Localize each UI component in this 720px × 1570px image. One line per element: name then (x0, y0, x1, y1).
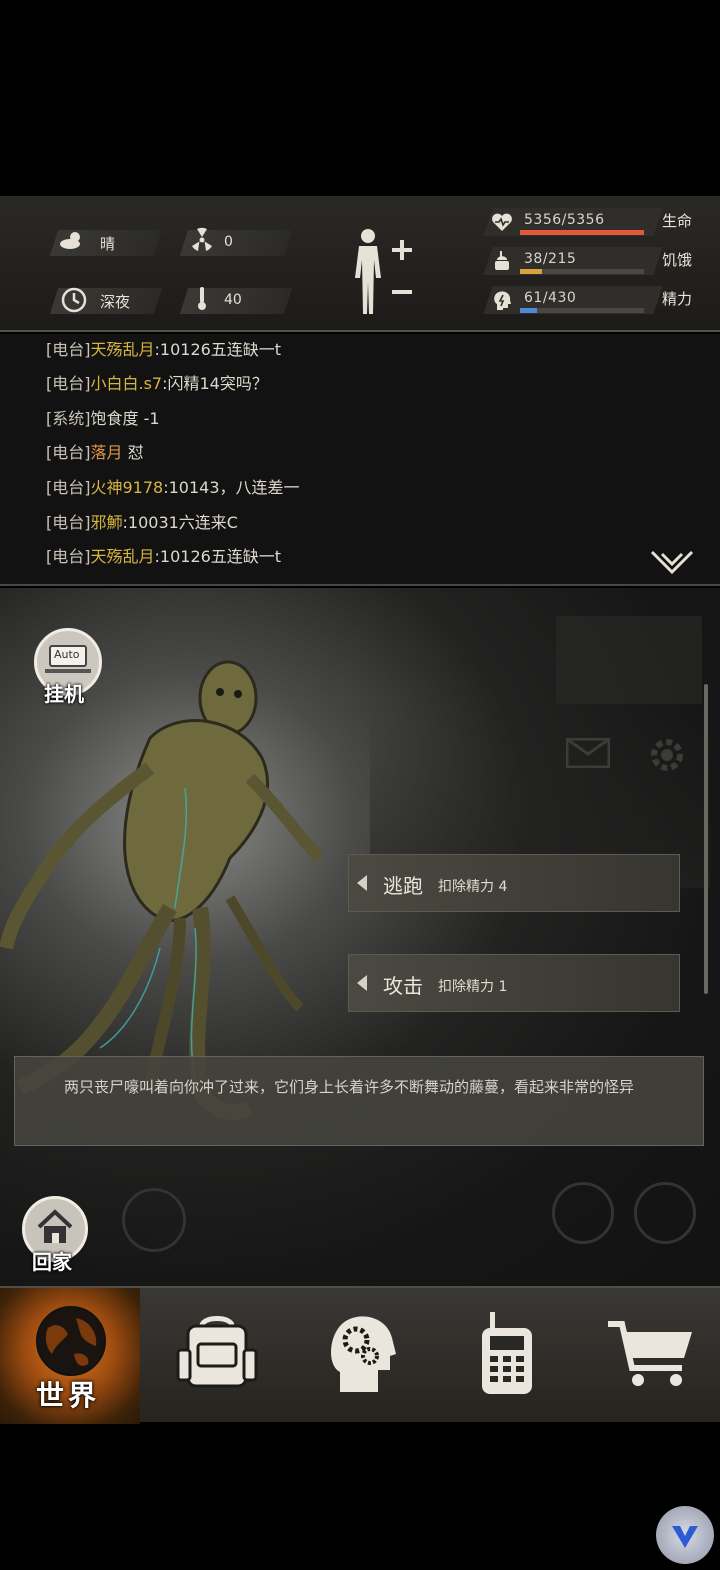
mail-icon (566, 738, 610, 768)
hunger-fill (520, 269, 543, 274)
floating-assistant-button[interactable] (656, 1506, 714, 1564)
heart-pulse-icon (492, 213, 512, 231)
bottom-nav: 世界 (0, 1286, 720, 1424)
chat-sender[interactable]: 天殇乱月 (91, 342, 155, 359)
chat-line: [电台]天殇乱月:10126五连缺一t (46, 340, 282, 359)
battle-scene: Auto 挂机 逃跑 扣除精力 4 攻击 扣除精力 1 两只丧尸嚎叫着向你冲了过… (0, 588, 720, 1286)
radiation-value: 0 (224, 234, 233, 250)
expand-chat-chevron-icon[interactable] (650, 550, 694, 576)
food-icon (495, 251, 509, 270)
head-gears-icon (331, 1316, 396, 1392)
cloud-sun-icon (60, 232, 80, 249)
auto-monitor-icon: Auto (49, 645, 87, 667)
hunger-value: 38/215 (524, 251, 577, 267)
energy-fill (520, 308, 538, 313)
energy-label: 精力 (662, 290, 693, 308)
clock-icon (61, 287, 87, 313)
flee-cost: 扣除精力 4 (438, 879, 508, 895)
cart-icon (608, 1321, 692, 1386)
radiation-icon (192, 227, 212, 251)
v-logo-icon (672, 1526, 698, 1548)
faded-task-icon (552, 1182, 614, 1244)
chat-line: [电台]邪魳:10031六连来C (46, 513, 238, 532)
flee-label: 逃跑 (383, 874, 423, 898)
chat-panel[interactable]: [电台]天殇乱月:10126五连缺一t [电台]小白白.s7:闪精14突吗？ [… (0, 334, 720, 586)
hunger-bar: 38/215 饥饿 (482, 247, 714, 277)
globe-icon (36, 1306, 106, 1376)
house-icon (37, 1209, 73, 1243)
time-label: 深夜 (100, 293, 131, 311)
backpack-icon (176, 1316, 258, 1388)
gear-icon (651, 739, 683, 771)
flee-arrow-icon (357, 875, 367, 891)
nav-shop[interactable] (580, 1288, 720, 1424)
background-panel (556, 616, 702, 704)
attack-arrow-icon (357, 975, 367, 991)
nav-inventory[interactable] (146, 1288, 286, 1424)
attack-button[interactable]: 攻击 扣除精力 1 (348, 954, 680, 1012)
temperature-value: 40 (224, 292, 242, 308)
chat-sender[interactable]: 落月 (91, 443, 123, 462)
attack-cost: 扣除精力 1 (438, 979, 508, 995)
hunger-label: 饥饿 (662, 251, 693, 269)
status-panel: 晴 0 深夜 40 5356/5356 生命 38/215 饥饿 61/430 … (0, 196, 720, 332)
auto-badge: Auto (54, 648, 80, 661)
story-text-box: 两只丧尸嚎叫着向你冲了过来，它们身上长着许多不断舞动的藤蔓，看起来非常的怪异 (14, 1056, 704, 1146)
health-bar: 5356/5356 生命 (482, 208, 714, 238)
thermometer-icon (198, 287, 206, 310)
flee-button[interactable]: 逃跑 扣除精力 4 (348, 854, 680, 912)
health-label: 生命 (662, 212, 693, 230)
chat-line: [电台]小白白.s7:闪精14突吗？ (46, 374, 268, 393)
story-text: 两只丧尸嚎叫着向你冲了过来，它们身上长着许多不断舞动的藤蔓，看起来非常的怪异 (63, 1078, 634, 1096)
chat-line: [电台]火神9178:10143，八连差一 (46, 478, 300, 497)
nav-world[interactable]: 世界 (0, 1288, 140, 1424)
chat-sender[interactable]: 小白白.s7 (91, 374, 163, 393)
chat-line: [电台]天殇乱月:10126五连缺一t (46, 547, 282, 566)
chat-line: [电台]落月 怼 (46, 443, 144, 462)
health-fill (520, 230, 644, 235)
chat-line: [系统]饱食度 -1 (46, 409, 160, 428)
home-label: 回家 (32, 1250, 72, 1274)
brain-icon (494, 291, 511, 310)
radio-icon (482, 1312, 532, 1394)
faded-tent-icon (634, 1182, 696, 1244)
health-value: 5356/5356 (524, 212, 605, 228)
nav-world-label: 世界 (36, 1379, 101, 1412)
weather-label: 晴 (100, 235, 116, 253)
nav-skills[interactable] (290, 1288, 430, 1424)
chat-sender[interactable]: 火神9178 (91, 478, 164, 497)
attack-label: 攻击 (383, 974, 423, 998)
scene-scrollbar[interactable] (704, 684, 708, 994)
chat-sender[interactable]: 天殇乱月 (91, 547, 155, 566)
auto-battle-label: 挂机 (44, 682, 84, 706)
energy-bar: 61/430 精力 (482, 286, 714, 316)
nav-radio[interactable] (436, 1288, 576, 1424)
energy-value: 61/430 (524, 290, 577, 306)
faded-home-icon (122, 1188, 186, 1252)
chat-sender[interactable]: 邪魳 (91, 513, 123, 532)
body-status-icon[interactable] (346, 226, 418, 316)
